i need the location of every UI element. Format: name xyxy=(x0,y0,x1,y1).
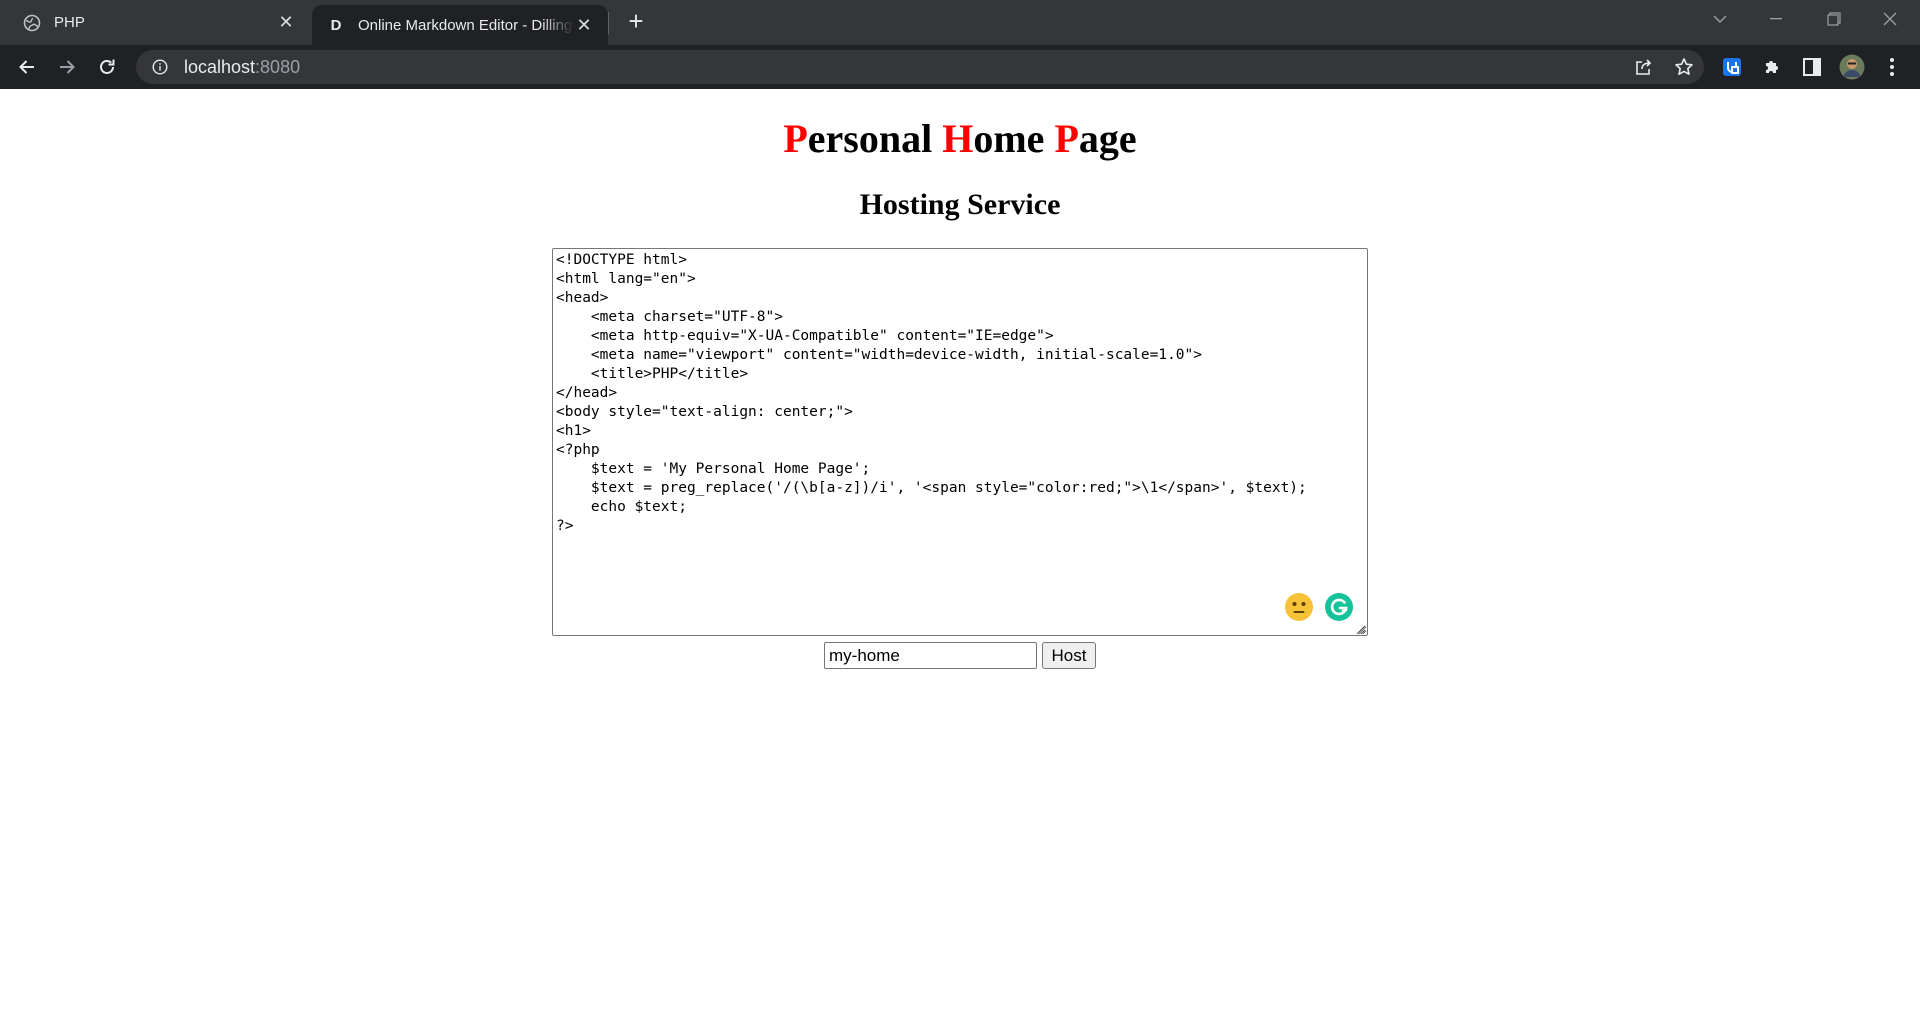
site-name-input[interactable] xyxy=(824,642,1037,669)
title-word-rest: age xyxy=(1078,116,1137,161)
page-content: Personal Home Page Hosting Service <!DOC… xyxy=(0,89,1920,1020)
new-tab-button[interactable]: + xyxy=(622,8,650,36)
tab-search-icon[interactable] xyxy=(1692,0,1748,38)
forward-button[interactable] xyxy=(51,51,83,83)
menu-kebab-icon[interactable] xyxy=(1876,51,1908,83)
tab-divider xyxy=(608,12,609,34)
page-subtitle: Hosting Service xyxy=(859,188,1061,221)
page-title: Personal Home Page xyxy=(0,115,1920,162)
dillinger-favicon-icon: D xyxy=(330,16,342,34)
profile-avatar-icon[interactable] xyxy=(1836,51,1868,83)
grammarly-icon[interactable] xyxy=(1324,592,1354,622)
tab-title: Online Markdown Editor - Dillinger xyxy=(358,16,574,34)
globe-icon xyxy=(22,13,42,33)
reload-button[interactable] xyxy=(91,51,123,83)
title-initial: H xyxy=(942,116,974,161)
back-button[interactable] xyxy=(11,51,43,83)
close-tab-icon[interactable]: ✕ xyxy=(574,15,594,36)
url-host: localhost xyxy=(184,56,256,77)
site-info-icon[interactable] xyxy=(150,57,170,77)
tab-php[interactable]: PHP ✕ xyxy=(8,0,310,45)
title-initial: P xyxy=(783,116,808,161)
neutral-face-emoji-icon[interactable] xyxy=(1284,592,1314,622)
host-button[interactable]: Host xyxy=(1042,642,1096,669)
bookmark-star-icon[interactable] xyxy=(1668,50,1700,84)
close-window-button[interactable] xyxy=(1862,0,1918,38)
tab-strip: PHP ✕ D Online Markdown Editor - Dilling… xyxy=(0,0,1920,45)
browser-toolbar: localhost:8080 xyxy=(0,45,1920,89)
code-editor-textarea[interactable]: <!DOCTYPE html> <html lang="en"> <head> … xyxy=(552,248,1368,636)
url-port: :8080 xyxy=(255,56,301,77)
tab-title: PHP xyxy=(54,14,85,31)
share-icon[interactable] xyxy=(1628,50,1660,84)
extension-shield-icon[interactable] xyxy=(1716,51,1748,83)
title-word-rest: ome xyxy=(973,116,1055,161)
extensions-puzzle-icon[interactable] xyxy=(1756,51,1788,83)
restore-button[interactable] xyxy=(1806,0,1862,38)
tab-dillinger[interactable]: D Online Markdown Editor - Dillinger ✕ xyxy=(312,5,608,45)
address-bar[interactable]: localhost:8080 xyxy=(136,50,1704,84)
side-panel-icon[interactable] xyxy=(1796,51,1828,83)
close-tab-icon[interactable]: ✕ xyxy=(276,12,296,33)
textarea-resize-handle-icon[interactable] xyxy=(1354,622,1366,635)
title-word-rest: ersonal xyxy=(807,116,943,161)
minimize-button[interactable] xyxy=(1748,0,1804,38)
title-initial: P xyxy=(1054,116,1079,161)
